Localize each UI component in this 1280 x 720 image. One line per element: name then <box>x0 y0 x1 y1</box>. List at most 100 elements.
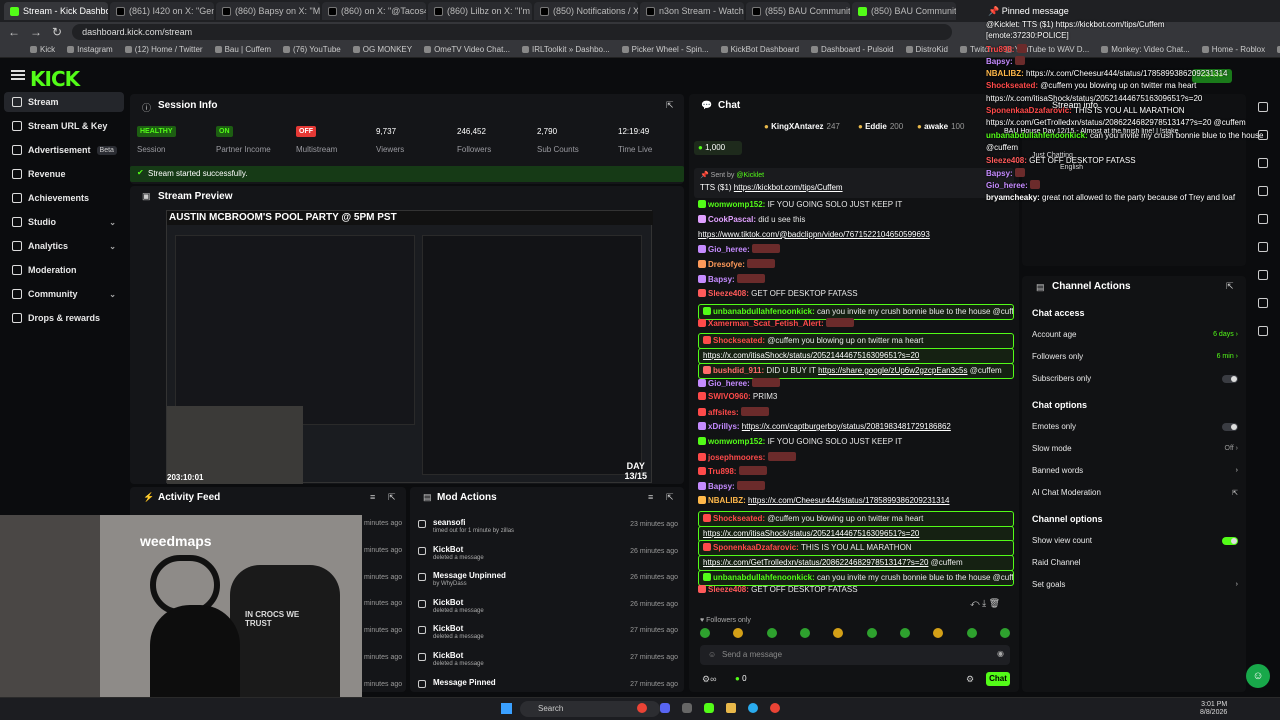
bookmark-item[interactable]: Dashboard - Pulsoid <box>811 45 894 54</box>
chat-username[interactable]: womwomp152: <box>708 200 768 209</box>
chat-message[interactable]: josephmoores: <box>698 451 1018 463</box>
quick-emote-icon[interactable] <box>866 628 877 638</box>
ca-row-emotes-only[interactable]: Emotes only <box>1032 422 1238 431</box>
chat-message[interactable]: womwomp152: IF YOU GOING SOLO JUST KEEP … <box>698 436 1018 447</box>
emoji-icon[interactable]: ☺ <box>708 650 716 659</box>
chat-username[interactable]: Shockseated: <box>713 336 767 345</box>
toggle-switch[interactable] <box>1222 374 1238 383</box>
chat-username[interactable]: Tru898: <box>708 467 739 476</box>
app-icon[interactable] <box>682 703 692 713</box>
quick-emote-icon[interactable] <box>799 628 810 638</box>
quick-emote-icon[interactable] <box>899 628 910 638</box>
chat-link[interactable]: https://www.tiktok.com/@badclippn/video/… <box>698 230 930 239</box>
points-icon[interactable]: ⚙∞ <box>702 674 716 685</box>
chat-link[interactable]: https://x.com/itisaShock/status/20521444… <box>703 351 919 360</box>
bookmark-item[interactable]: Bau | Cuffem <box>214 45 271 54</box>
chat-username[interactable]: bushdid_911: <box>713 366 766 375</box>
pinned-link[interactable]: https://kickbot.com/tips/Cuffem <box>734 183 843 192</box>
emote-picker-icon[interactable]: ◉ <box>997 649 1004 658</box>
chrome-icon[interactable] <box>637 703 647 713</box>
popout-icon[interactable]: ⇱ <box>1226 281 1234 292</box>
chat-link[interactable]: https://x.com/itisaShock/status/20521444… <box>703 529 919 538</box>
toggle-switch[interactable] <box>1222 422 1238 431</box>
url-field[interactable]: dashboard.kick.com/stream <box>72 24 953 40</box>
sidebar-item-drops-rewards[interactable]: Drops & rewards <box>4 308 124 328</box>
quick-emote-icon[interactable] <box>933 628 944 638</box>
chat-username[interactable]: Gio_heree: <box>708 379 752 388</box>
filter-icon[interactable]: ≡ <box>648 492 653 502</box>
popout-icon[interactable]: ⇱ <box>388 492 396 503</box>
kick-app-icon[interactable] <box>704 703 714 713</box>
popout-icon[interactable]: ⇱ <box>666 492 674 503</box>
filter-icon[interactable]: ≡ <box>370 492 375 502</box>
bookmark-item[interactable]: Home - Roblox <box>1201 45 1265 54</box>
mod-action-row[interactable]: KickBot deleted a message 26 minutes ago <box>418 598 682 624</box>
browser-tab[interactable]: (855) BAU Community / X <box>746 2 850 20</box>
chat-message[interactable]: NBALIBZ: https://x.com/Cheesur444/status… <box>698 496 1018 506</box>
chat-bubble-icon[interactable] <box>1258 242 1268 252</box>
bookmark-item[interactable]: Instagram <box>67 45 113 54</box>
mod-action-row[interactable]: Message Unpinned by WhyDass 26 minutes ago <box>418 571 682 597</box>
mod-action-row[interactable]: KickBot deleted a message 26 minutes ago <box>418 545 682 571</box>
chat-username[interactable]: xDrillys: <box>708 422 742 431</box>
telegram-icon[interactable] <box>748 703 758 713</box>
ca-row-followers-only[interactable]: Followers only 6 min › <box>1032 352 1238 361</box>
mod-action-row[interactable]: KickBot deleted a message 27 minutes ago <box>418 624 682 650</box>
help-chat-icon[interactable]: ☺ <box>1246 664 1270 688</box>
bookmark-item[interactable]: DistroKid <box>905 45 948 54</box>
bolt-icon[interactable] <box>1258 186 1268 196</box>
eye-icon[interactable] <box>1258 158 1268 168</box>
quick-emote-icon[interactable] <box>833 628 844 638</box>
kick-logo[interactable]: KICK <box>30 67 80 91</box>
chat-username[interactable]: SponenkaaDzafarovic: <box>713 543 801 552</box>
toggle-switch[interactable] <box>1222 536 1238 545</box>
chat-settings-icon[interactable]: ⚙ <box>966 674 974 685</box>
chat-message[interactable]: https://x.com/GetTrolledxn/status/208622… <box>698 555 1014 572</box>
browser-tab[interactable]: Stream - Kick Dashboard <box>4 2 108 20</box>
chat-message[interactable]: Bapsy: <box>698 274 1018 285</box>
chat-message[interactable]: https://x.com/itisaShock/status/20521444… <box>698 525 1014 542</box>
chat-username[interactable]: womwomp152: <box>708 437 768 446</box>
sidebar-item-analytics[interactable]: Analytics ⌄ <box>4 236 124 256</box>
popout-icon[interactable]: ⇱ <box>666 100 674 111</box>
chat-message[interactable]: Gio_heree: <box>698 244 1018 255</box>
chat-message[interactable]: affsites: <box>698 407 1018 418</box>
chat-message[interactable]: Dresofye: <box>698 259 1018 270</box>
pen-icon[interactable] <box>1258 130 1268 140</box>
bookmark-item[interactable]: IRLToolkit » Dashbo... <box>521 45 610 54</box>
ca-row-banned-words[interactable]: Banned words › <box>1032 466 1238 475</box>
message-actions[interactable]: ⤺ ⤓ 🗑 <box>970 598 1000 609</box>
chat-username[interactable]: josephmoores: <box>708 453 768 462</box>
reload-icon[interactable]: ↻ <box>52 25 62 39</box>
sidebar-item-stream[interactable]: Stream <box>4 92 124 112</box>
chat-message[interactable]: Sleeze408: GET OFF DESKTOP FATASS <box>698 584 1018 595</box>
sidebar-item-studio[interactable]: Studio ⌄ <box>4 212 124 232</box>
clipboard-icon[interactable] <box>1258 214 1268 224</box>
chat-username[interactable]: SWIVO960: <box>708 392 753 401</box>
chat-username[interactable]: Gio_heree: <box>708 245 752 254</box>
stream-preview-video[interactable]: AUSTIN MCBROOM'S POOL PARTY @ 5PM PST 20… <box>166 210 653 484</box>
chat-message[interactable]: Tru898: <box>698 466 1018 477</box>
sidebar-item-achievements[interactable]: Achievements <box>4 188 124 208</box>
chat-username[interactable]: unbanabdullahfenoonkick: <box>713 573 817 582</box>
chat-username[interactable]: affsites: <box>708 408 741 417</box>
quick-emote-icon[interactable] <box>700 628 710 638</box>
sidebar-item-moderation[interactable]: Moderation <box>4 260 124 280</box>
discord-icon[interactable] <box>660 703 670 713</box>
nodes-icon[interactable] <box>1258 326 1268 336</box>
chat-username[interactable]: Sleeze408: <box>708 289 751 298</box>
mod-action-row[interactable]: KickBot deleted a message 27 minutes ago <box>418 651 682 677</box>
ca-row-account-age[interactable]: Account age 6 days › <box>1032 330 1238 339</box>
ca-row-set-goals[interactable]: Set goals › <box>1032 580 1238 589</box>
chat-message[interactable]: https://x.com/itisaShock/status/20521444… <box>698 348 1014 364</box>
server-icon[interactable] <box>1258 270 1268 280</box>
browser-tab[interactable]: (860) Lilbz on X: "I'm crying <box>428 2 532 20</box>
chat-message[interactable]: bushdid_911: DID U BUY IT https://share.… <box>698 362 1014 379</box>
chat-goal[interactable]: ● 1,000 <box>694 141 742 155</box>
ca-row-show-view-count[interactable]: Show view count <box>1032 536 1238 545</box>
folder-icon[interactable] <box>726 703 736 713</box>
chat-message[interactable]: unbanabdullahfenoonkick: can you invite … <box>698 570 1014 586</box>
browser-tab[interactable]: (850) Notifications / X <box>534 2 638 20</box>
chat-message[interactable]: xDrillys: https://x.com/captburgerboy/st… <box>698 422 1018 432</box>
chat-link[interactable]: https://share.google/zUp6w2gzcpEan3c5s <box>818 366 967 375</box>
